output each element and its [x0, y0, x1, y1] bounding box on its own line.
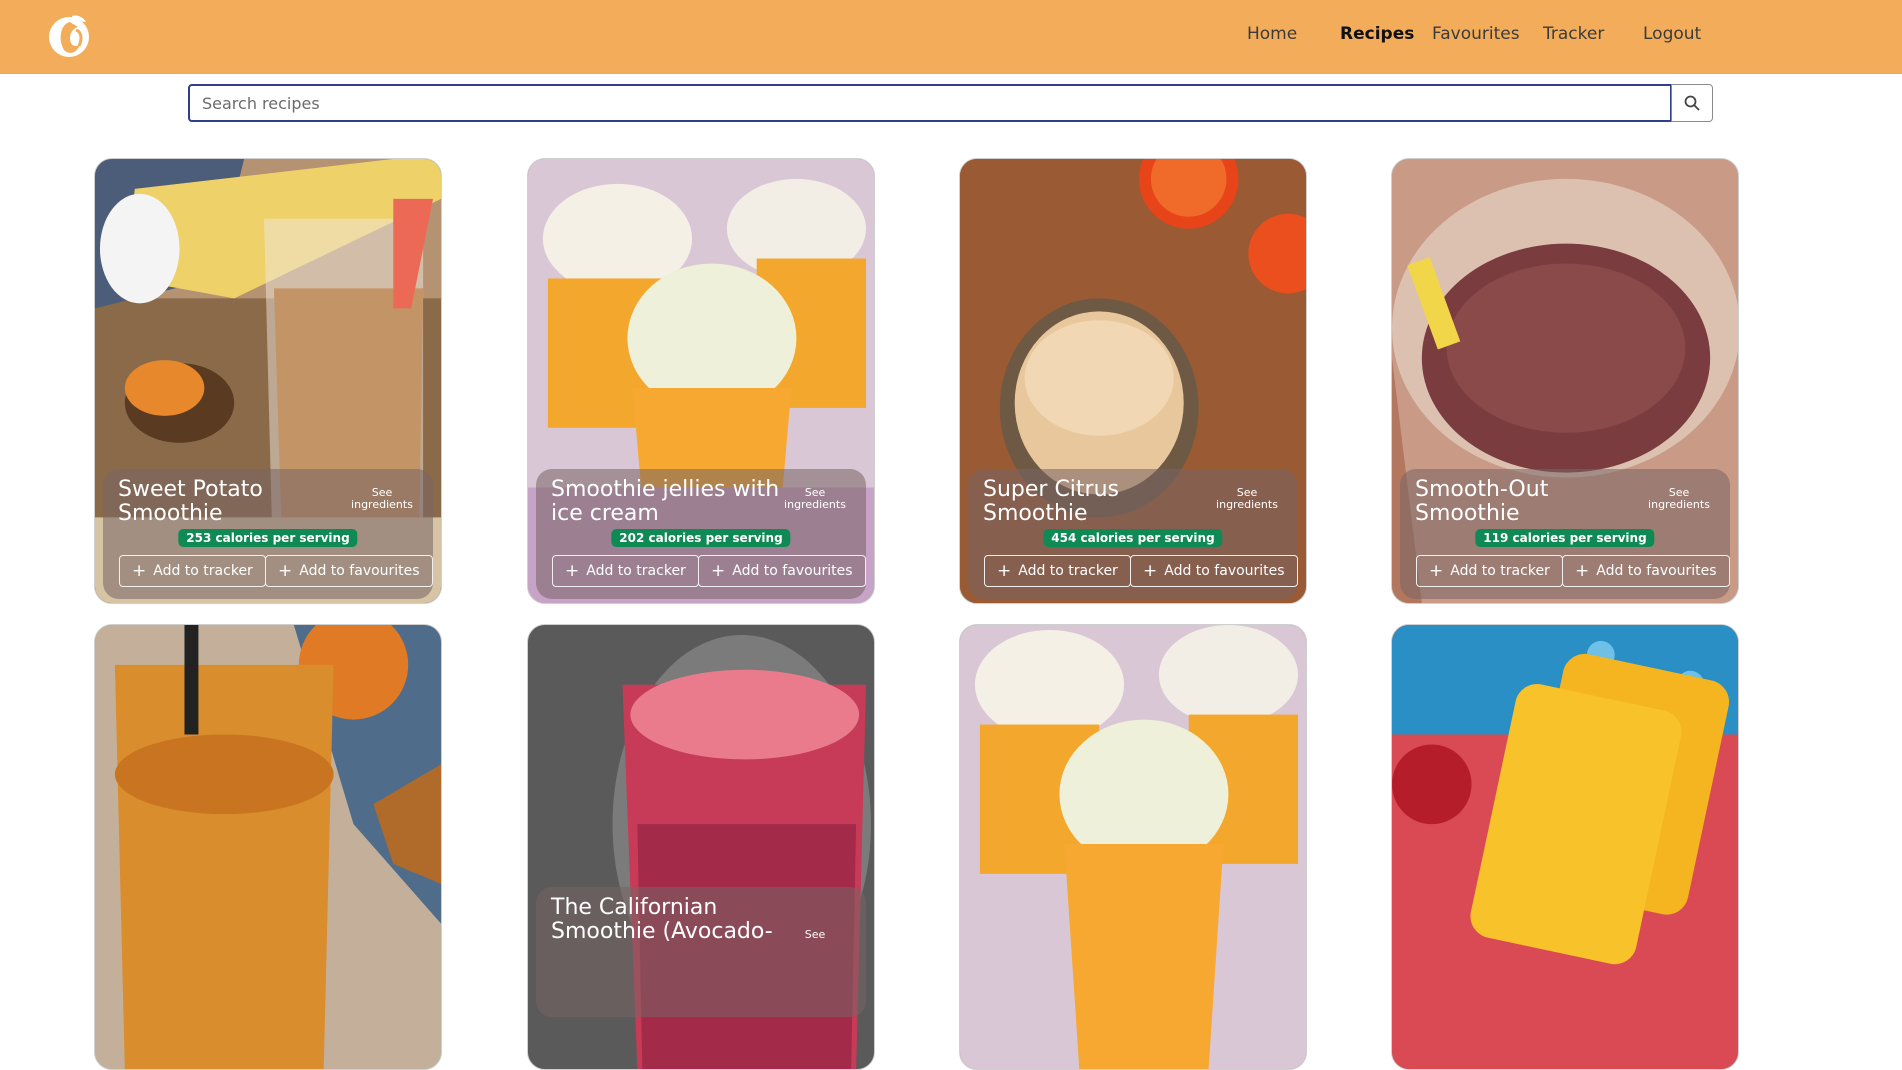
- recipe-card: The Californian Smoothie (Avocado- See: [527, 624, 875, 1070]
- plus-icon: +: [1143, 560, 1158, 581]
- plus-icon: +: [278, 560, 293, 581]
- add-to-favourites-button[interactable]: + Add to favourites: [698, 555, 866, 587]
- recipe-card: [1391, 624, 1739, 1070]
- plus-icon: +: [1575, 560, 1590, 581]
- see-ingredients-link[interactable]: See ingredients: [1644, 487, 1714, 511]
- recipe-card: Smoothie jellies with ice cream See ingr…: [527, 158, 875, 604]
- recipe-overlay: Sweet Potato Smoothie See ingredients 25…: [103, 469, 433, 599]
- recipe-title: Smooth-Out Smoothie: [1415, 477, 1549, 526]
- add-to-favourites-button[interactable]: + Add to favourites: [1130, 555, 1298, 587]
- nav-tracker[interactable]: Tracker: [1543, 24, 1604, 44]
- brand-logo-icon[interactable]: [46, 10, 92, 60]
- nav-logout[interactable]: Logout: [1643, 24, 1701, 44]
- search-bar: [188, 84, 1713, 122]
- see-ingredients-link[interactable]: See: [780, 929, 850, 941]
- calories-badge: 202 calories per serving: [611, 529, 791, 547]
- recipe-overlay: The Californian Smoothie (Avocado- See: [536, 887, 866, 1017]
- add-to-favourites-button[interactable]: + Add to favourites: [265, 555, 433, 587]
- nav-recipes[interactable]: Recipes: [1340, 24, 1414, 44]
- plus-icon: +: [1429, 560, 1444, 581]
- add-to-tracker-button[interactable]: + Add to tracker: [552, 555, 699, 587]
- calories-badge: 119 calories per serving: [1475, 529, 1655, 547]
- recipe-overlay: Smooth-Out Smoothie See ingredients 119 …: [1400, 469, 1730, 599]
- recipe-image: [960, 625, 1306, 1069]
- recipe-overlay: Super Citrus Smoothie See ingredients 45…: [968, 469, 1298, 599]
- plus-icon: +: [565, 560, 580, 581]
- search-input[interactable]: [188, 84, 1672, 122]
- search-icon: [1684, 95, 1700, 111]
- calories-badge: 253 calories per serving: [178, 529, 358, 547]
- recipe-card: Sweet Potato Smoothie See ingredients 25…: [94, 158, 442, 604]
- navbar: Home Recipes Favourites Tracker Logout: [0, 0, 1902, 74]
- add-to-favourites-button[interactable]: + Add to favourites: [1562, 555, 1730, 587]
- plus-icon: +: [997, 560, 1012, 581]
- plus-icon: +: [711, 560, 726, 581]
- search-button[interactable]: [1671, 84, 1713, 122]
- see-ingredients-link[interactable]: See ingredients: [347, 487, 417, 511]
- add-to-tracker-button[interactable]: + Add to tracker: [1416, 555, 1563, 587]
- recipe-title: Smoothie jellies with ice cream: [551, 477, 780, 526]
- recipe-image: [1392, 625, 1738, 1069]
- recipe-card: [959, 624, 1307, 1070]
- recipe-title: Sweet Potato Smoothie: [118, 477, 263, 526]
- calories-badge: 454 calories per serving: [1043, 529, 1223, 547]
- recipe-title: Super Citrus Smoothie: [983, 477, 1119, 526]
- recipe-card: Smooth-Out Smoothie See ingredients 119 …: [1391, 158, 1739, 604]
- see-ingredients-link[interactable]: See ingredients: [780, 487, 850, 511]
- add-to-tracker-button[interactable]: + Add to tracker: [119, 555, 266, 587]
- recipe-title: The Californian Smoothie (Avocado-: [551, 895, 773, 944]
- plus-icon: +: [132, 560, 147, 581]
- recipe-card: [94, 624, 442, 1070]
- add-to-tracker-button[interactable]: + Add to tracker: [984, 555, 1131, 587]
- nav-favourites[interactable]: Favourites: [1432, 24, 1520, 44]
- recipe-overlay: Smoothie jellies with ice cream See ingr…: [536, 469, 866, 599]
- recipe-card: Super Citrus Smoothie See ingredients 45…: [959, 158, 1307, 604]
- see-ingredients-link[interactable]: See ingredients: [1212, 487, 1282, 511]
- nav-home[interactable]: Home: [1247, 24, 1297, 44]
- recipe-image: [95, 625, 441, 1069]
